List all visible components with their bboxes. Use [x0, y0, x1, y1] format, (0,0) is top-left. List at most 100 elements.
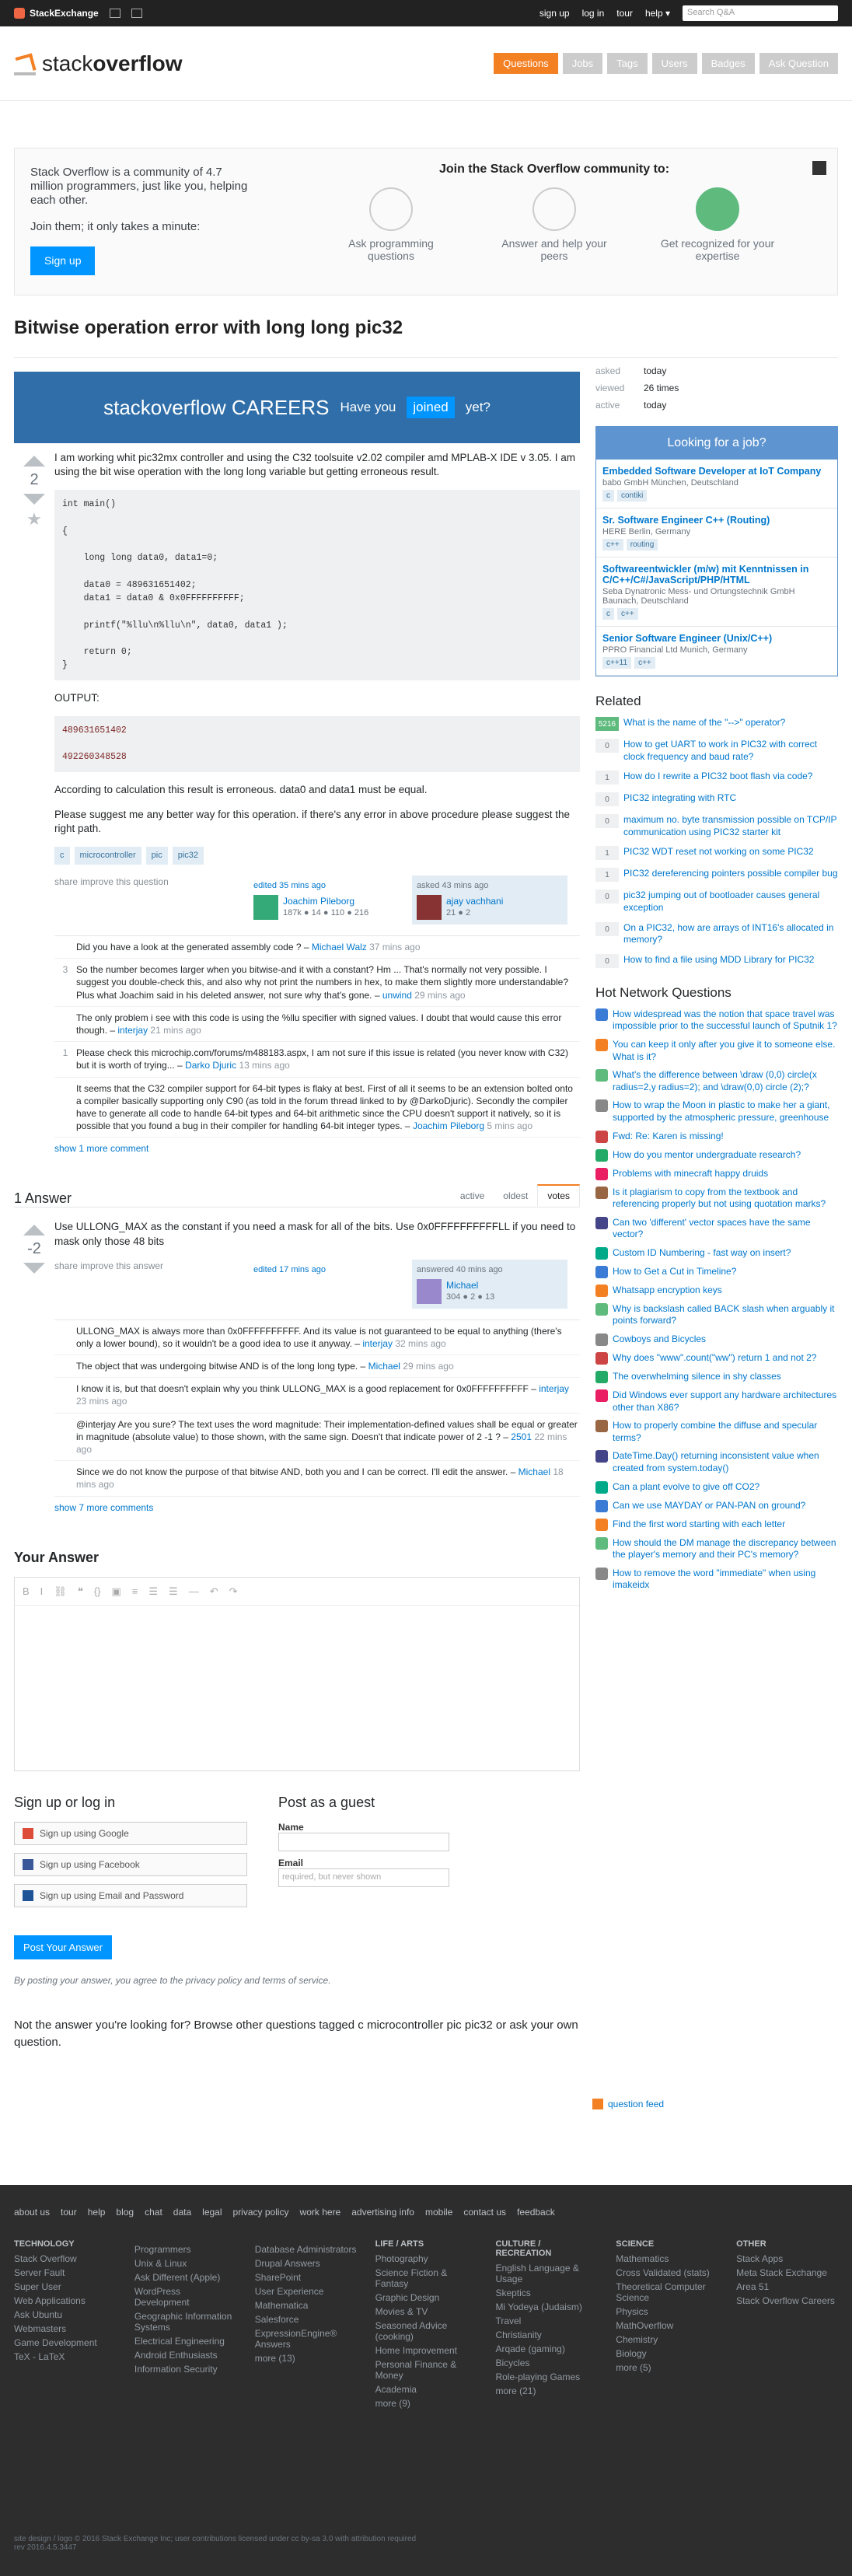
related-link[interactable]: How do I rewrite a PIC32 boot flash via …: [623, 771, 812, 785]
footer-site-link[interactable]: Movies & TV: [375, 2306, 477, 2317]
footer-site-link[interactable]: Game Development: [14, 2337, 116, 2348]
bullet-list-icon[interactable]: ☰: [148, 1585, 158, 1597]
image-icon[interactable]: ▣: [112, 1585, 121, 1597]
email-signup-button[interactable]: Sign up using Email and Password: [14, 1883, 247, 1907]
footer-site-link[interactable]: Graphic Design: [375, 2292, 477, 2303]
hot-question[interactable]: How to wrap the Moon in plastic to make …: [595, 1099, 838, 1124]
answer-editor[interactable]: B I ⛓ ❝ {} ▣ ≡ ☰ ☰ — ↶ ↷: [14, 1576, 580, 1771]
post-answer-button[interactable]: Post Your Answer: [14, 1935, 112, 1959]
footer-site-link[interactable]: Database Administrators: [255, 2244, 357, 2255]
footer-site-link[interactable]: Stack Apps: [736, 2253, 838, 2264]
footer-site-link[interactable]: TeX - LaTeX: [14, 2351, 116, 2362]
footer-site-link[interactable]: Salesforce: [255, 2314, 357, 2325]
hot-question[interactable]: Why does "www".count("ww") return 1 and …: [595, 1352, 838, 1365]
hot-question-link[interactable]: How should the DM manage the discrepancy…: [613, 1537, 838, 1561]
hot-question-link[interactable]: Did Windows ever support any hardware ar…: [613, 1389, 838, 1414]
footer-site-link[interactable]: Mathematica: [255, 2300, 357, 2311]
footer-site-link[interactable]: MathOverflow: [616, 2320, 718, 2331]
footer-site-link[interactable]: more (13): [255, 2353, 357, 2364]
footer-site-link[interactable]: Web Applications: [14, 2295, 116, 2306]
footer-site-link[interactable]: Webmasters: [14, 2323, 116, 2334]
footer-site-link[interactable]: Stack Overflow: [14, 2253, 116, 2264]
hot-question[interactable]: How to Get a Cut in Timeline?: [595, 1265, 838, 1278]
related-item[interactable]: 5216 What is the name of the "-->" operat…: [595, 717, 838, 731]
footer-site-link[interactable]: Android Enthusiasts: [134, 2350, 236, 2361]
footer-site-link[interactable]: Theoretical Computer Science: [616, 2281, 718, 2303]
footer-site-link[interactable]: Home Improvement: [375, 2345, 477, 2356]
related-link[interactable]: pic32 jumping out of bootloader causes g…: [623, 890, 838, 914]
upvote-icon[interactable]: [23, 456, 45, 467]
upvote-icon[interactable]: [23, 1225, 45, 1236]
hot-question-link[interactable]: Find the first word starting with each l…: [613, 1519, 785, 1531]
footer-site-link[interactable]: Cross Validated (stats): [616, 2267, 718, 2278]
related-link[interactable]: PIC32 dereferencing pointers possible co…: [623, 868, 838, 882]
hot-question-link[interactable]: How widespread was the notion that space…: [613, 1008, 838, 1033]
hot-question-link[interactable]: Whatsapp encryption keys: [613, 1285, 722, 1297]
tag-pic32[interactable]: pic32: [172, 847, 204, 865]
hero-signup-button[interactable]: Sign up: [30, 246, 96, 275]
answerer-name[interactable]: Michael: [446, 1279, 494, 1291]
ordered-list-icon[interactable]: ≡: [132, 1585, 138, 1597]
italic-icon[interactable]: I: [40, 1585, 44, 1597]
signup-link[interactable]: sign up: [539, 8, 570, 19]
code-icon[interactable]: {}: [94, 1585, 101, 1597]
related-link[interactable]: On a PIC32, how are arrays of INT16's al…: [623, 922, 838, 946]
related-link[interactable]: PIC32 WDT reset not working on some PIC3…: [623, 846, 814, 860]
hot-question-link[interactable]: How to properly combine the diffuse and …: [613, 1420, 838, 1444]
footer-site-link[interactable]: Arqade (gaming): [495, 2344, 597, 2354]
related-link[interactable]: How to get UART to work in PIC32 with co…: [623, 739, 838, 763]
hot-question[interactable]: Find the first word starting with each l…: [595, 1518, 838, 1531]
bold-icon[interactable]: B: [23, 1585, 30, 1597]
avatar[interactable]: [417, 895, 442, 920]
footer-site-link[interactable]: more (21): [495, 2386, 597, 2396]
footer-site-link[interactable]: User Experience: [255, 2286, 357, 2297]
avatar[interactable]: [253, 895, 278, 920]
hot-question-link[interactable]: Can two 'different' vector spaces have t…: [613, 1217, 838, 1241]
hot-question[interactable]: Can we use MAYDAY or PAN-PAN on ground?: [595, 1499, 838, 1512]
edited-time[interactable]: edited 35 mins ago: [253, 880, 400, 892]
related-link[interactable]: What is the name of the "-->" operator?: [623, 717, 785, 731]
hot-question[interactable]: DateTime.Day() returning inconsistent va…: [595, 1450, 838, 1474]
favorite-star-icon[interactable]: ★: [14, 509, 54, 530]
footer-site-link[interactable]: Ask Different (Apple): [134, 2272, 236, 2283]
hot-question-link[interactable]: How to remove the word "immediate" when …: [613, 1568, 838, 1592]
footer-link[interactable]: help: [88, 2207, 106, 2218]
job-item[interactable]: Senior Software Engineer (Unix/C++) PPRO …: [596, 627, 837, 676]
hot-question-link[interactable]: Is it plagiarism to copy from the textbo…: [613, 1187, 838, 1211]
question-feed[interactable]: question feed: [592, 2098, 852, 2109]
question-actions[interactable]: share improve this question: [54, 876, 241, 888]
hot-question-link[interactable]: You can keep it only after you give it t…: [613, 1039, 838, 1063]
avatar[interactable]: [417, 1278, 442, 1304]
footer-site-link[interactable]: Ask Ubuntu: [14, 2309, 116, 2320]
hr-icon[interactable]: —: [189, 1585, 199, 1597]
footer-link[interactable]: tour: [61, 2207, 77, 2218]
footer-site-link[interactable]: Bicycles: [495, 2358, 597, 2368]
footer-link[interactable]: work here: [300, 2207, 341, 2218]
downvote-icon[interactable]: [23, 1263, 45, 1274]
footer-site-link[interactable]: Biology: [616, 2348, 718, 2359]
footer-site-link[interactable]: Electrical Engineering: [134, 2336, 236, 2347]
quote-icon[interactable]: ❝: [78, 1585, 83, 1597]
footer-site-link[interactable]: Programmers: [134, 2244, 236, 2255]
related-link[interactable]: maximum no. byte transmission possible o…: [623, 814, 838, 838]
footer-link[interactable]: chat: [145, 2207, 162, 2218]
footer-site-link[interactable]: WordPress Development: [134, 2286, 236, 2308]
hot-question-link[interactable]: Can we use MAYDAY or PAN-PAN on ground?: [613, 1500, 805, 1512]
tag-pic[interactable]: pic: [145, 847, 168, 865]
hot-question[interactable]: How should the DM manage the discrepancy…: [595, 1536, 838, 1561]
job-item[interactable]: Softwareentwickler (m/w) mit Kenntnissen…: [596, 557, 837, 627]
footer-site-link[interactable]: Mi Yodeya (Judaism): [495, 2302, 597, 2312]
email-field[interactable]: required, but never shown: [278, 1868, 449, 1887]
footer-site-link[interactable]: Skeptics: [495, 2288, 597, 2298]
search-input[interactable]: Search Q&A: [683, 5, 838, 21]
footer-site-link[interactable]: Christianity: [495, 2330, 597, 2340]
footer-site-link[interactable]: English Language & Usage: [495, 2263, 597, 2284]
jobs-title[interactable]: Looking for a job?: [596, 427, 837, 460]
related-item[interactable]: 0 PIC32 integrating with RTC: [595, 792, 838, 807]
tour-link[interactable]: tour: [616, 8, 633, 19]
hot-question-link[interactable]: DateTime.Day() returning inconsistent va…: [613, 1450, 838, 1474]
related-link[interactable]: How to find a file using MDD Library for…: [623, 954, 814, 968]
related-item[interactable]: 1 PIC32 WDT reset not working on some PIC…: [595, 846, 838, 861]
footer-site-link[interactable]: Geographic Information Systems: [134, 2311, 236, 2333]
redo-icon[interactable]: ↷: [229, 1585, 238, 1597]
